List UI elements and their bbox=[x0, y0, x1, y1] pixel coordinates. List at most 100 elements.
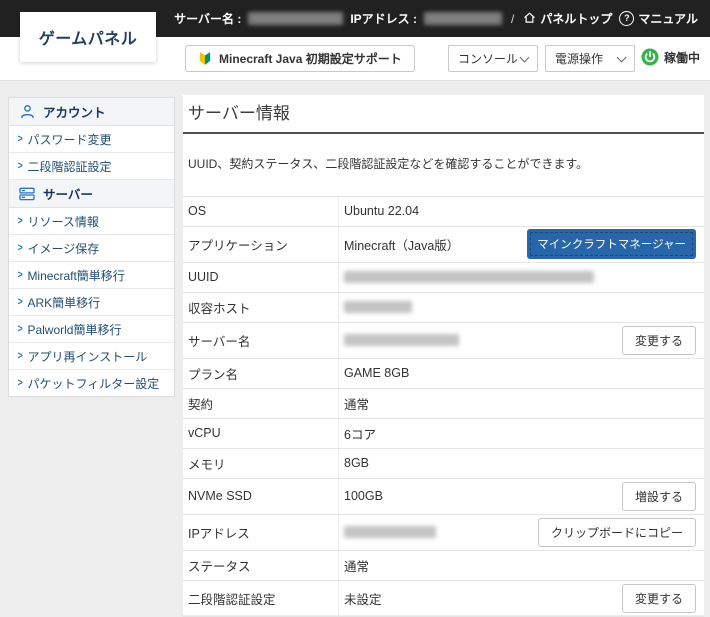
row-value: 通常 bbox=[344, 559, 370, 574]
row-value bbox=[339, 271, 688, 284]
sidebar-item-リソース情報[interactable]: > リソース情報 bbox=[9, 208, 174, 235]
change-2fa-button[interactable]: 変更する bbox=[621, 583, 696, 613]
chevron-right-icon: > bbox=[17, 133, 23, 145]
console-select[interactable]: コンソール bbox=[448, 45, 538, 72]
row-action: 変更する bbox=[614, 583, 696, 613]
chevron-down-icon bbox=[519, 52, 530, 62]
minecraft-manager-button[interactable]: マインクラフトマネージャー bbox=[527, 229, 696, 260]
status-badge: 稼働中 bbox=[664, 50, 701, 65]
app-logo[interactable]: ゲームパネル bbox=[20, 12, 156, 62]
sidebar-item-アプリ再インストール[interactable]: > アプリ再インストール bbox=[9, 343, 174, 370]
row-value: Minecraft（Java版） bbox=[344, 238, 460, 253]
user-icon bbox=[19, 104, 35, 119]
sidebar-item-パケットフィルター設定[interactable]: > パケットフィルター設定 bbox=[9, 370, 174, 396]
topbar-server-name-label: サーバー名 : bbox=[174, 12, 242, 26]
sidebar-item-label: Minecraft簡単移行 bbox=[27, 268, 125, 283]
minecraft-setup-support-button[interactable]: Minecraft Java 初期設定サポート bbox=[185, 45, 415, 72]
row-label: プラン名 bbox=[188, 358, 339, 388]
redacted-value bbox=[344, 334, 459, 347]
row-label: OS bbox=[188, 196, 339, 226]
redacted-value bbox=[344, 271, 594, 284]
sidebar-item-ARK簡単移行[interactable]: > ARK簡単移行 bbox=[9, 289, 174, 316]
expand-ssd-button[interactable]: 増設する bbox=[621, 481, 696, 511]
row-value: 未設定 bbox=[344, 592, 382, 607]
row-label: 契約 bbox=[188, 388, 339, 418]
server-info-table: OS Ubuntu 22.04 アプリケーション Minecraft（Java版… bbox=[183, 195, 704, 617]
manual-link[interactable]: ? マニュアル bbox=[619, 10, 698, 27]
sidebar-section-title: アカウント bbox=[43, 106, 106, 120]
chevron-right-icon: > bbox=[17, 242, 23, 254]
row-label: vCPU bbox=[188, 418, 339, 448]
sidebar-item-Minecraft簡単移行[interactable]: > Minecraft簡単移行 bbox=[9, 262, 174, 289]
sidebar-item-パスワード変更[interactable]: > パスワード変更 bbox=[9, 126, 174, 153]
table-row: アプリケーション Minecraft（Java版） マインクラフトマネージャー bbox=[183, 226, 704, 263]
sidebar-item-二段階認証設定[interactable]: > 二段階認証設定 bbox=[9, 153, 174, 180]
home-icon bbox=[523, 11, 536, 27]
topbar-separator: / bbox=[511, 11, 515, 26]
sidebar-item-label: パスワード変更 bbox=[27, 132, 112, 147]
table-row: vCPU 6コア bbox=[183, 418, 704, 449]
sidebar-item-イメージ保存[interactable]: > イメージ保存 bbox=[9, 235, 174, 262]
row-label: NVMe SSD bbox=[188, 478, 339, 514]
table-row: OS Ubuntu 22.04 bbox=[183, 196, 704, 227]
chevron-down-icon bbox=[616, 52, 627, 62]
power-select[interactable]: 電源操作 bbox=[545, 45, 635, 72]
chevron-right-icon: > bbox=[17, 323, 23, 335]
server-icon bbox=[19, 187, 35, 201]
row-action: クリップボードにコピー bbox=[530, 517, 696, 547]
row-value: 通常 bbox=[344, 397, 370, 412]
topbar-ip-label: IPアドレス : bbox=[350, 12, 417, 26]
manual-label: マニュアル bbox=[638, 12, 698, 26]
row-value: 100GB bbox=[344, 489, 383, 504]
sidebar-item-label: アプリ再インストール bbox=[27, 349, 148, 364]
chevron-right-icon: > bbox=[17, 160, 23, 172]
minecraft-setup-support-label: Minecraft Java 初期設定サポート bbox=[219, 52, 402, 66]
redacted-ip-address bbox=[424, 12, 502, 25]
redacted-server-name bbox=[248, 12, 344, 25]
chevron-right-icon: > bbox=[17, 377, 23, 389]
row-label: 二段階認証設定 bbox=[188, 580, 339, 616]
row-label: UUID bbox=[188, 262, 339, 292]
table-row: ステータス 通常 bbox=[183, 550, 704, 581]
row-value bbox=[339, 334, 614, 347]
console-select-value: コンソール bbox=[458, 52, 519, 66]
table-row: 二段階認証設定 未設定 変更する bbox=[183, 580, 704, 617]
row-value bbox=[339, 301, 688, 314]
table-row: メモリ 8GB bbox=[183, 448, 704, 479]
table-row: サーバー名 変更する bbox=[183, 322, 704, 359]
copy-ip-button[interactable]: クリップボードにコピー bbox=[537, 517, 696, 547]
row-action: 増設する bbox=[614, 481, 696, 511]
page-description: UUID、契約ステータス、二段階認証設定などを確認することができます。 bbox=[188, 157, 589, 172]
question-icon: ? bbox=[619, 11, 635, 26]
sidebar-item-Palworld簡単移行[interactable]: > Palworld簡単移行 bbox=[9, 316, 174, 343]
table-row: プラン名 GAME 8GB bbox=[183, 358, 704, 389]
table-row: 契約 通常 bbox=[183, 388, 704, 419]
row-label: 収容ホスト bbox=[188, 292, 339, 322]
table-row: NVMe SSD 100GB 増設する bbox=[183, 478, 704, 515]
sidebar-section-header: アカウント bbox=[9, 98, 174, 126]
redacted-value bbox=[344, 526, 436, 539]
row-action: 変更する bbox=[614, 325, 696, 355]
table-row: IPアドレス クリップボードにコピー bbox=[183, 514, 704, 551]
beginner-mark-icon bbox=[198, 51, 212, 66]
row-action: マインクラフトマネージャー bbox=[519, 229, 696, 260]
row-label: メモリ bbox=[188, 448, 339, 478]
sidebar-item-label: パケットフィルター設定 bbox=[27, 376, 160, 391]
change-server-name-button[interactable]: 変更する bbox=[621, 325, 696, 355]
power-select-value: 電源操作 bbox=[555, 52, 604, 66]
sidebar-item-label: リソース情報 bbox=[27, 214, 99, 229]
row-label: アプリケーション bbox=[188, 226, 339, 262]
sidebar-section-title: サーバー bbox=[43, 188, 93, 202]
chevron-right-icon: > bbox=[17, 269, 23, 281]
server-status-indicator: 稼働中 bbox=[641, 48, 700, 66]
panel-top-link[interactable]: パネルトップ bbox=[523, 10, 612, 27]
table-row: UUID bbox=[183, 262, 704, 293]
sidebar-section-header: サーバー bbox=[9, 180, 174, 208]
sidebar-item-label: Palworld簡単移行 bbox=[27, 322, 122, 337]
sidebar-item-label: 二段階認証設定 bbox=[27, 159, 112, 174]
row-value: GAME 8GB bbox=[344, 366, 410, 381]
chevron-right-icon: > bbox=[17, 296, 23, 308]
row-value: 8GB bbox=[344, 456, 370, 471]
power-status-icon bbox=[641, 48, 659, 66]
table-row: 収容ホスト bbox=[183, 292, 704, 323]
